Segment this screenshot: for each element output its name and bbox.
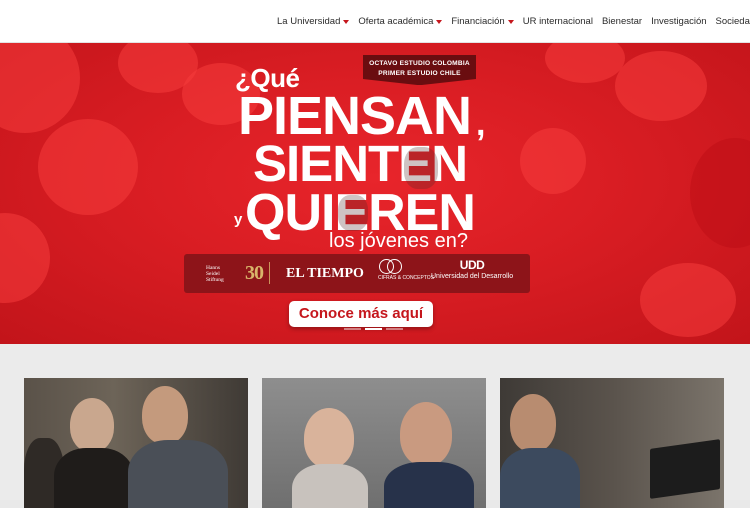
- face-photo: [338, 195, 368, 231]
- menu-item-investigacion[interactable]: Investigación: [651, 16, 706, 27]
- hanns-seidel-logo: Hanns Seidel Stiftung: [206, 265, 224, 283]
- decorative-circle: [38, 119, 138, 215]
- caret-down-icon: [507, 19, 514, 24]
- face-photo: [404, 147, 438, 189]
- menu-label: Bienestar: [601, 15, 643, 27]
- menu-item-la-universidad[interactable]: La Universidad: [277, 15, 350, 27]
- menu-item-sociedad-filantropia[interactable]: Sociedad y filantropía: [716, 16, 750, 27]
- menu-label: Sociedad y filantropía: [715, 15, 750, 27]
- person-face: [400, 402, 452, 466]
- menu-label: Oferta académica: [358, 15, 434, 27]
- person-face: [304, 408, 354, 468]
- carousel-dot-2[interactable]: [365, 328, 382, 330]
- hero-banner[interactable]: OCTAVO ESTUDIO COLOMBIA PRIMER ESTUDIO C…: [0, 43, 750, 344]
- menu-label: La Universidad: [277, 15, 341, 27]
- decorative-circle: [615, 51, 707, 121]
- person-body: [384, 462, 474, 508]
- person-body: [128, 440, 228, 508]
- person-face: [142, 386, 188, 444]
- el-tiempo-logo: EL TIEMPO: [286, 266, 364, 281]
- laptop-image: [650, 439, 720, 499]
- person-face: [510, 394, 556, 452]
- carousel-indicators: [344, 328, 403, 330]
- cifras-conceptos-logo: CIFRAS & CONCEPTOS: [378, 258, 435, 281]
- feature-card-graduates[interactable]: [262, 378, 486, 508]
- menu-label: Financiación: [451, 15, 505, 27]
- caret-down-icon: [436, 19, 443, 24]
- decorative-circle: [0, 213, 50, 303]
- carousel-dot-3[interactable]: [386, 328, 403, 330]
- feature-cards-section: [0, 344, 750, 508]
- caret-down-icon: [343, 19, 350, 24]
- decorative-circle: [690, 138, 750, 248]
- menu-item-oferta-academica[interactable]: Oferta académica: [358, 15, 443, 27]
- person-body: [54, 448, 134, 508]
- person-face: [70, 398, 114, 452]
- decorative-circle: [640, 263, 736, 337]
- sponsors-bar: Hanns Seidel Stiftung 30 EL TIEMPO CIFRA…: [184, 254, 530, 293]
- hanns-30-years-logo: 30: [245, 262, 264, 284]
- badge-line-2: PRIMER ESTUDIO CHILE: [378, 70, 461, 77]
- headline-comma: ,: [476, 105, 486, 143]
- udd-mark: UDD: [459, 258, 485, 272]
- conoce-mas-button[interactable]: Conoce más aquí: [286, 301, 436, 330]
- badge-line-1: OCTAVO ESTUDIO COLOMBIA: [369, 60, 470, 67]
- decorative-circle: [545, 43, 625, 83]
- decorative-circle: [0, 43, 80, 133]
- decorative-circle: [520, 128, 586, 194]
- menu-label: UR internacional: [522, 15, 593, 27]
- udd-text: Universidad del Desarrollo: [431, 273, 514, 280]
- person-body: [292, 464, 368, 508]
- cifras-conceptos-mark-icon: [379, 258, 402, 274]
- cifras-conceptos-text: CIFRAS & CONCEPTOS: [378, 275, 435, 281]
- hanns-line: Stiftung: [206, 277, 224, 283]
- menu-item-ur-internacional[interactable]: UR internacional: [523, 16, 593, 27]
- menu-item-bienestar[interactable]: Bienestar: [602, 16, 642, 27]
- top-navigation: La Universidad Oferta académica Financia…: [0, 0, 750, 43]
- carousel-dot-1[interactable]: [344, 328, 361, 330]
- person-body: [500, 448, 580, 508]
- headline-conjunction: y: [234, 211, 243, 228]
- main-menu: La Universidad Oferta académica Financia…: [277, 0, 750, 42]
- udd-logo: UDD Universidad del Desarrollo: [431, 258, 514, 281]
- feature-card-online[interactable]: [500, 378, 724, 508]
- headline-tail: los jóvenes en?: [329, 230, 468, 252]
- study-badge: OCTAVO ESTUDIO COLOMBIA PRIMER ESTUDIO C…: [363, 55, 476, 85]
- feature-card-students[interactable]: [24, 378, 248, 508]
- logo-divider: [269, 262, 270, 284]
- menu-label: Investigación: [651, 15, 707, 27]
- menu-item-financiacion[interactable]: Financiación: [451, 15, 514, 27]
